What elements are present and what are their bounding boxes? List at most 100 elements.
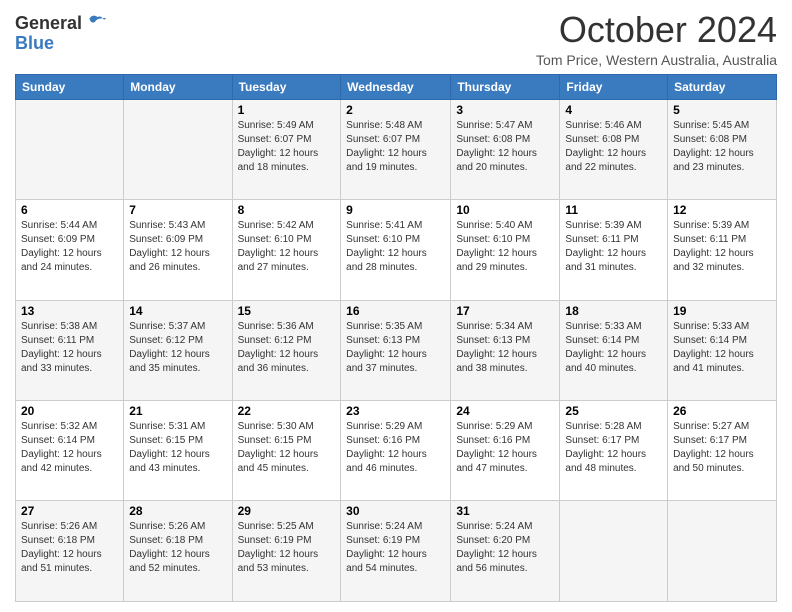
table-row: 30Sunrise: 5:24 AMSunset: 6:19 PMDayligh… (341, 501, 451, 602)
day-number: 26 (673, 404, 771, 418)
table-row: 10 Sunrise: 5:40 AMSunset: 6:10 PMDayligh… (451, 200, 560, 300)
day-number: 12 (673, 203, 771, 217)
logo-blue-text: Blue (15, 34, 106, 54)
table-row: 26 Sunrise: 5:27 AMSunset: 6:17 PMDayligh… (668, 401, 777, 501)
table-row: 18 Sunrise: 5:33 AMSunset: 6:14 PMDayligh… (560, 300, 668, 400)
table-row: 3 Sunrise: 5:47 AMSunset: 6:08 PMDaylight… (451, 99, 560, 199)
location-subtitle: Tom Price, Western Australia, Australia (536, 52, 777, 68)
table-row: 17 Sunrise: 5:34 AMSunset: 6:13 PMDayligh… (451, 300, 560, 400)
day-info: Sunrise: 5:26 AMSunset: 6:18 PMDaylight:… (129, 520, 226, 576)
table-row: 22 Sunrise: 5:30 AMSunset: 6:15 PMDayligh… (232, 401, 341, 501)
day-number: 21 (129, 404, 226, 418)
table-row: 4 Sunrise: 5:46 AMSunset: 6:08 PMDaylight… (560, 99, 668, 199)
day-number: 25 (565, 404, 662, 418)
day-number: 29 (238, 504, 336, 518)
col-friday: Friday (560, 74, 668, 99)
table-row: 13Sunrise: 5:38 AMSunset: 6:11 PMDayligh… (16, 300, 124, 400)
day-info: Sunrise: 5:30 AMSunset: 6:15 PMDaylight:… (238, 420, 336, 476)
day-info: Sunrise: 5:47 AMSunset: 6:08 PMDaylight:… (456, 119, 554, 175)
day-number: 8 (238, 203, 336, 217)
day-number: 3 (456, 103, 554, 117)
table-row: 12 Sunrise: 5:39 AMSunset: 6:11 PMDayligh… (668, 200, 777, 300)
day-number: 22 (238, 404, 336, 418)
table-row: 21 Sunrise: 5:31 AMSunset: 6:15 PMDayligh… (124, 401, 232, 501)
day-info: Sunrise: 5:33 AMSunset: 6:14 PMDaylight:… (673, 320, 771, 376)
day-info: Sunrise: 5:41 AMSunset: 6:10 PMDaylight:… (346, 219, 445, 275)
calendar-week-row: 6 Sunrise: 5:44 AMSunset: 6:09 PMDaylight… (16, 200, 777, 300)
day-info: Sunrise: 5:42 AMSunset: 6:10 PMDaylight:… (238, 219, 336, 275)
table-row: 15 Sunrise: 5:36 AMSunset: 6:12 PMDayligh… (232, 300, 341, 400)
day-info: Sunrise: 5:27 AMSunset: 6:17 PMDaylight:… (673, 420, 771, 476)
day-info: Sunrise: 5:40 AMSunset: 6:10 PMDaylight:… (456, 219, 554, 275)
day-number: 9 (346, 203, 445, 217)
table-row: 27 Sunrise: 5:26 AMSunset: 6:18 PMDayligh… (16, 501, 124, 602)
day-info: Sunrise: 5:39 AMSunset: 6:11 PMDaylight:… (673, 219, 771, 275)
day-info: Sunrise: 5:33 AMSunset: 6:14 PMDaylight:… (565, 320, 662, 376)
table-row: 16Sunrise: 5:35 AMSunset: 6:13 PMDayligh… (341, 300, 451, 400)
day-number: 16 (346, 304, 445, 318)
day-info: Sunrise: 5:26 AMSunset: 6:18 PMDaylight:… (21, 520, 118, 576)
day-number: 27 (21, 504, 118, 518)
day-info: Sunrise: 5:48 AMSunset: 6:07 PMDaylight:… (346, 119, 445, 175)
day-info: Sunrise: 5:36 AMSunset: 6:12 PMDaylight:… (238, 320, 336, 376)
table-row (16, 99, 124, 199)
calendar-week-row: 27 Sunrise: 5:26 AMSunset: 6:18 PMDayligh… (16, 501, 777, 602)
day-number: 20 (21, 404, 118, 418)
day-number: 4 (565, 103, 662, 117)
day-number: 11 (565, 203, 662, 217)
day-number: 5 (673, 103, 771, 117)
logo: General Blue (15, 14, 106, 54)
col-thursday: Thursday (451, 74, 560, 99)
logo-bird-icon (86, 12, 106, 32)
col-tuesday: Tuesday (232, 74, 341, 99)
table-row: 5 Sunrise: 5:45 AMSunset: 6:08 PMDaylight… (668, 99, 777, 199)
day-info: Sunrise: 5:46 AMSunset: 6:08 PMDaylight:… (565, 119, 662, 175)
day-info: Sunrise: 5:29 AMSunset: 6:16 PMDaylight:… (346, 420, 445, 476)
table-row (560, 501, 668, 602)
day-info: Sunrise: 5:31 AMSunset: 6:15 PMDaylight:… (129, 420, 226, 476)
table-row: 19 Sunrise: 5:33 AMSunset: 6:14 PMDayligh… (668, 300, 777, 400)
table-row: 25 Sunrise: 5:28 AMSunset: 6:17 PMDayligh… (560, 401, 668, 501)
day-number: 15 (238, 304, 336, 318)
calendar-table: Sunday Monday Tuesday Wednesday Thursday… (15, 74, 777, 602)
table-row: 31 Sunrise: 5:24 AMSunset: 6:20 PMDayligh… (451, 501, 560, 602)
header: General Blue October 2024 Tom Price, Wes… (15, 10, 777, 68)
day-number: 19 (673, 304, 771, 318)
table-row: 14 Sunrise: 5:37 AMSunset: 6:12 PMDayligh… (124, 300, 232, 400)
day-info: Sunrise: 5:28 AMSunset: 6:17 PMDaylight:… (565, 420, 662, 476)
month-title: October 2024 (536, 10, 777, 50)
table-row: 2 Sunrise: 5:48 AMSunset: 6:07 PMDaylight… (341, 99, 451, 199)
day-info: Sunrise: 5:29 AMSunset: 6:16 PMDaylight:… (456, 420, 554, 476)
table-row: 6 Sunrise: 5:44 AMSunset: 6:09 PMDaylight… (16, 200, 124, 300)
day-info: Sunrise: 5:49 AMSunset: 6:07 PMDaylight:… (238, 119, 336, 175)
day-info: Sunrise: 5:39 AMSunset: 6:11 PMDaylight:… (565, 219, 662, 275)
calendar-week-row: 20Sunrise: 5:32 AMSunset: 6:14 PMDayligh… (16, 401, 777, 501)
calendar-page: General Blue October 2024 Tom Price, Wes… (0, 0, 792, 612)
day-number: 31 (456, 504, 554, 518)
day-number: 24 (456, 404, 554, 418)
day-info: Sunrise: 5:44 AMSunset: 6:09 PMDaylight:… (21, 219, 118, 275)
day-number: 28 (129, 504, 226, 518)
day-info: Sunrise: 5:43 AMSunset: 6:09 PMDaylight:… (129, 219, 226, 275)
day-info: Sunrise: 5:24 AMSunset: 6:20 PMDaylight:… (456, 520, 554, 576)
table-row: 7Sunrise: 5:43 AMSunset: 6:09 PMDaylight… (124, 200, 232, 300)
day-info: Sunrise: 5:45 AMSunset: 6:08 PMDaylight:… (673, 119, 771, 175)
day-number: 13 (21, 304, 118, 318)
day-number: 18 (565, 304, 662, 318)
col-monday: Monday (124, 74, 232, 99)
day-number: 14 (129, 304, 226, 318)
title-block: October 2024 Tom Price, Western Australi… (536, 10, 777, 68)
table-row: 1 Sunrise: 5:49 AMSunset: 6:07 PMDaylight… (232, 99, 341, 199)
col-wednesday: Wednesday (341, 74, 451, 99)
calendar-header-row: Sunday Monday Tuesday Wednesday Thursday… (16, 74, 777, 99)
day-info: Sunrise: 5:37 AMSunset: 6:12 PMDaylight:… (129, 320, 226, 376)
day-info: Sunrise: 5:34 AMSunset: 6:13 PMDaylight:… (456, 320, 554, 376)
day-number: 17 (456, 304, 554, 318)
day-number: 6 (21, 203, 118, 217)
day-number: 10 (456, 203, 554, 217)
day-number: 2 (346, 103, 445, 117)
col-sunday: Sunday (16, 74, 124, 99)
table-row: 9 Sunrise: 5:41 AMSunset: 6:10 PMDaylight… (341, 200, 451, 300)
day-number: 1 (238, 103, 336, 117)
calendar-week-row: 13Sunrise: 5:38 AMSunset: 6:11 PMDayligh… (16, 300, 777, 400)
